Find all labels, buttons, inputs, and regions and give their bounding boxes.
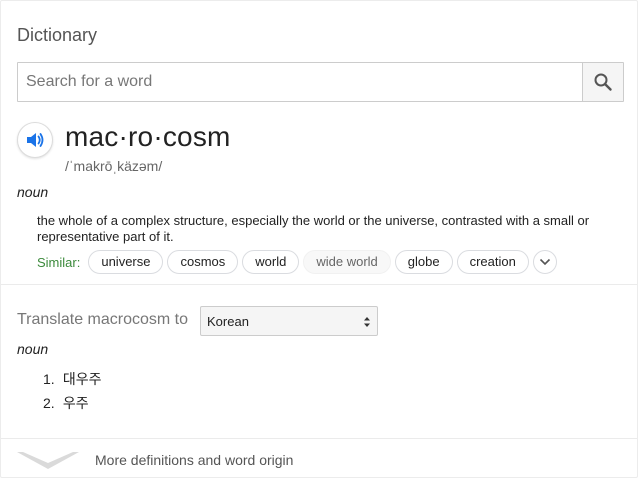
translate-label: Translate macrocosm to [17,311,189,328]
language-select[interactable]: Korean [200,306,378,336]
section-divider [1,284,637,285]
more-definitions-link[interactable]: More definitions and word origin [1,445,637,477]
similar-chip[interactable]: cosmos [167,250,239,274]
translation-text: 대우주 [62,371,102,387]
chevron-down-icon [17,452,79,469]
translation-part-of-speech: noun [17,341,49,357]
chevron-down-icon [539,258,550,266]
translation-number: 1. [43,371,55,387]
translation-item: 2. 우주 [43,391,102,415]
more-definitions-label: More definitions and word origin [95,452,294,468]
similar-words-row: Similar: universe cosmos world wide worl… [37,250,557,274]
similar-chip[interactable]: universe [88,250,164,274]
similar-chip[interactable]: world [242,250,300,274]
card-title: Dictionary [17,25,98,45]
similar-chip[interactable]: creation [456,250,529,274]
speaker-icon [27,133,44,147]
similar-chip: wide world [303,250,391,274]
similar-label: Similar: [37,254,81,270]
expand-similar-button[interactable] [532,250,557,274]
definition-text: the whole of a complex structure, especi… [37,213,590,244]
translation-item: 1. 대우주 [43,367,102,391]
footer-divider [1,438,637,439]
language-select-value: Korean [207,314,249,329]
translation-list: 1. 대우주 2. 우주 [43,367,102,415]
headword: mac·ro·cosm [65,121,231,152]
dictionary-card: Dictionary mac·ro·cosm /ˈmakrōˌkäzəm/ no… [0,0,638,478]
search-icon [594,73,612,91]
translation-number: 2. [43,395,55,411]
similar-chip[interactable]: globe [394,250,453,274]
phonetic-spelling: /ˈmakrōˌkäzəm/ [65,158,163,174]
select-arrows-icon [364,317,370,327]
search-box [17,62,624,102]
pronunciation-button[interactable] [17,122,53,158]
search-button[interactable] [582,63,623,101]
part-of-speech: noun [17,184,49,200]
translation-text: 우주 [62,395,89,411]
search-input[interactable] [18,63,566,101]
